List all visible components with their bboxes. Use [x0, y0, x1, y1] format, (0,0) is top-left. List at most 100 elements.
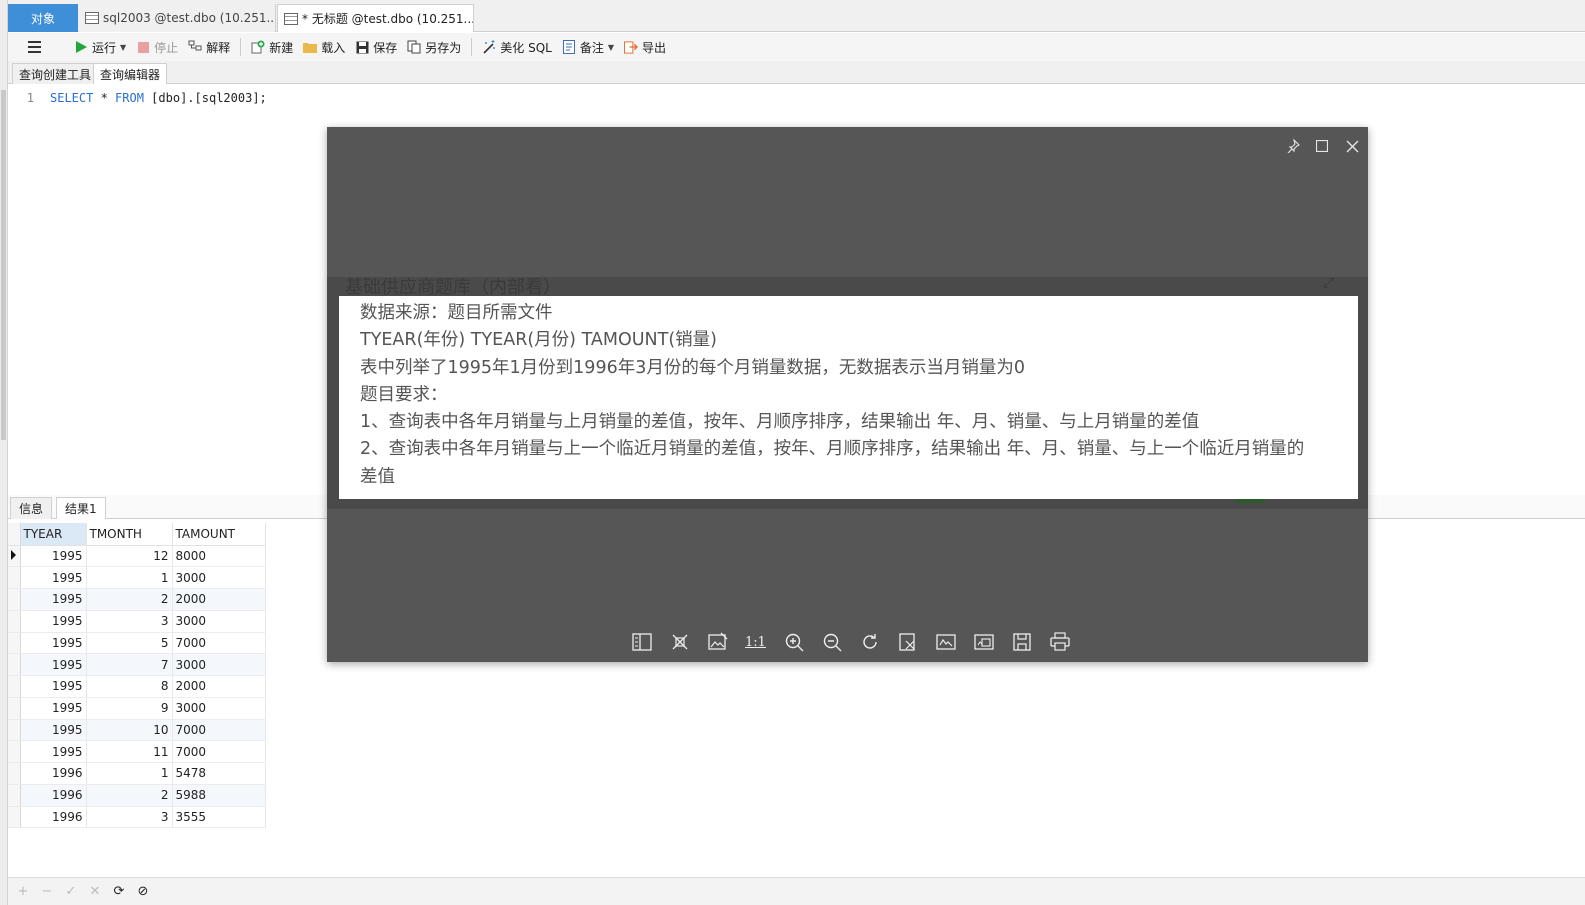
translate-icon[interactable]	[971, 631, 996, 653]
sql-code-line[interactable]: SELECT * FROM [dbo].[sql2003];	[50, 91, 267, 105]
cell-tmonth[interactable]: 5	[86, 632, 173, 655]
maximize-icon[interactable]	[1313, 137, 1331, 155]
row-indicator[interactable]	[8, 610, 21, 633]
cell-tyear[interactable]: 1996	[20, 806, 87, 829]
tab-result1[interactable]: 结果1	[56, 497, 106, 519]
table-row[interactable]: 1996 1 5478	[8, 762, 266, 785]
zoom-out-icon[interactable]	[819, 631, 844, 653]
cell-tamount[interactable]: 2000	[172, 588, 266, 611]
cell-tmonth[interactable]: 9	[86, 697, 173, 720]
fit-window-icon[interactable]	[667, 631, 692, 653]
apply-icon[interactable]: ✓	[64, 884, 78, 899]
export-button[interactable]: 导出	[624, 39, 666, 56]
save-image-icon[interactable]	[1009, 631, 1034, 653]
menu-icon[interactable]	[20, 41, 48, 53]
row-indicator[interactable]	[8, 719, 21, 742]
row-indicator[interactable]	[8, 762, 21, 785]
table-row[interactable]: 1995 2 2000	[8, 588, 266, 611]
stop-query-icon[interactable]: ⊘	[136, 884, 150, 899]
row-indicator[interactable]	[8, 566, 21, 589]
save-button[interactable]: 保存	[355, 39, 397, 56]
beautify-sql-button[interactable]: 美化 SQL	[482, 39, 552, 56]
cell-tamount[interactable]: 3000	[172, 566, 266, 589]
tab-objects[interactable]: 对象	[8, 4, 78, 32]
column-header-tamount[interactable]: TAMOUNT	[172, 523, 266, 546]
result-grid[interactable]: TYEAR TMONTH TAMOUNT 1995 12 8000 1995 1 3000…	[8, 523, 266, 829]
tab-query-editor[interactable]: 查询编辑器	[93, 63, 168, 84]
image-edit-icon[interactable]	[705, 631, 730, 653]
cell-tmonth[interactable]: 12	[86, 545, 173, 568]
row-indicator[interactable]	[8, 653, 21, 676]
column-header-tyear[interactable]: TYEAR	[20, 523, 87, 546]
cell-tamount[interactable]: 8000	[172, 545, 266, 568]
tab-sql2003[interactable]: sql2003 @test.dbo (10.251....	[79, 4, 276, 32]
cell-tmonth[interactable]: 7	[86, 653, 173, 676]
table-row[interactable]: 1995 8 2000	[8, 675, 266, 698]
new-button[interactable]: 新建	[251, 39, 293, 56]
cell-tamount[interactable]: 5478	[172, 762, 266, 785]
comment-button[interactable]: 备注 ▼	[562, 39, 614, 56]
table-row[interactable]: 1995 11 7000	[8, 740, 266, 763]
table-row[interactable]: 1995 5 7000	[8, 632, 266, 655]
row-indicator[interactable]	[8, 545, 21, 568]
table-row[interactable]: 1995 9 3000	[8, 697, 266, 720]
row-indicator[interactable]	[8, 740, 21, 763]
cell-tamount[interactable]: 3000	[172, 653, 266, 676]
tab-info[interactable]: 信息	[10, 497, 53, 519]
zoom-in-icon[interactable]	[781, 631, 806, 653]
row-indicator[interactable]	[8, 632, 21, 655]
delete-row-icon[interactable]: −	[40, 884, 54, 899]
cell-tmonth[interactable]: 3	[86, 806, 173, 829]
table-row[interactable]: 1995 7 3000	[8, 653, 266, 676]
crop-icon[interactable]	[895, 631, 920, 653]
cell-tyear[interactable]: 1995	[20, 697, 87, 720]
cell-tmonth[interactable]: 11	[86, 740, 173, 763]
column-header-tmonth[interactable]: TMONTH	[86, 523, 173, 546]
row-indicator[interactable]	[8, 588, 21, 611]
table-row[interactable]: 1996 2 5988	[8, 784, 266, 807]
row-indicator[interactable]	[8, 697, 21, 720]
cell-tyear[interactable]: 1995	[20, 632, 87, 655]
cell-tamount[interactable]: 3000	[172, 697, 266, 720]
cell-tyear[interactable]: 1995	[20, 719, 87, 742]
tab-query-builder[interactable]: 查询创建工具	[12, 63, 99, 84]
rotate-icon[interactable]	[857, 631, 882, 653]
cell-tyear[interactable]: 1995	[20, 610, 87, 633]
cell-tmonth[interactable]: 2	[86, 784, 173, 807]
table-row[interactable]: 1995 10 7000	[8, 719, 266, 742]
tab-untitled-query[interactable]: * 无标题 @test.dbo (10.251....	[277, 4, 474, 32]
chevron-down-icon[interactable]: ▼	[608, 43, 614, 52]
cell-tmonth[interactable]: 2	[86, 588, 173, 611]
pin-icon[interactable]	[1284, 137, 1302, 155]
cell-tyear[interactable]: 1996	[20, 762, 87, 785]
cell-tyear[interactable]: 1995	[20, 566, 87, 589]
cell-tyear[interactable]: 1995	[20, 740, 87, 763]
refresh-icon[interactable]: ⟳	[112, 884, 126, 899]
cell-tamount[interactable]: 3555	[172, 806, 266, 829]
actual-size-icon[interactable]: 1:1	[743, 631, 768, 653]
cell-tamount[interactable]: 7000	[172, 719, 266, 742]
table-row[interactable]: 1995 12 8000	[8, 545, 266, 568]
cell-tamount[interactable]: 2000	[172, 675, 266, 698]
add-row-icon[interactable]: +	[16, 884, 30, 899]
explain-button[interactable]: 解释	[188, 39, 230, 56]
cell-tyear[interactable]: 1995	[20, 588, 87, 611]
row-indicator[interactable]	[8, 806, 21, 829]
table-row[interactable]: 1996 3 3555	[8, 806, 266, 829]
thumbnails-icon[interactable]	[629, 631, 654, 653]
chevron-down-icon[interactable]: ▼	[120, 43, 126, 52]
run-button[interactable]: 运行 ▼	[74, 39, 126, 56]
cell-tyear[interactable]: 1995	[20, 653, 87, 676]
save-as-button[interactable]: 另存为	[407, 39, 461, 56]
cell-tamount[interactable]: 7000	[172, 632, 266, 655]
stop-button[interactable]: 停止	[136, 39, 178, 56]
cell-tamount[interactable]: 5988	[172, 784, 266, 807]
cell-tmonth[interactable]: 1	[86, 566, 173, 589]
ocr-icon[interactable]	[933, 631, 958, 653]
cell-tyear[interactable]: 1995	[20, 675, 87, 698]
left-scroll-thumb[interactable]	[1, 90, 6, 440]
cell-tmonth[interactable]: 1	[86, 762, 173, 785]
table-row[interactable]: 1995 1 3000	[8, 566, 266, 589]
cell-tyear[interactable]: 1996	[20, 784, 87, 807]
close-icon[interactable]	[1343, 137, 1361, 155]
